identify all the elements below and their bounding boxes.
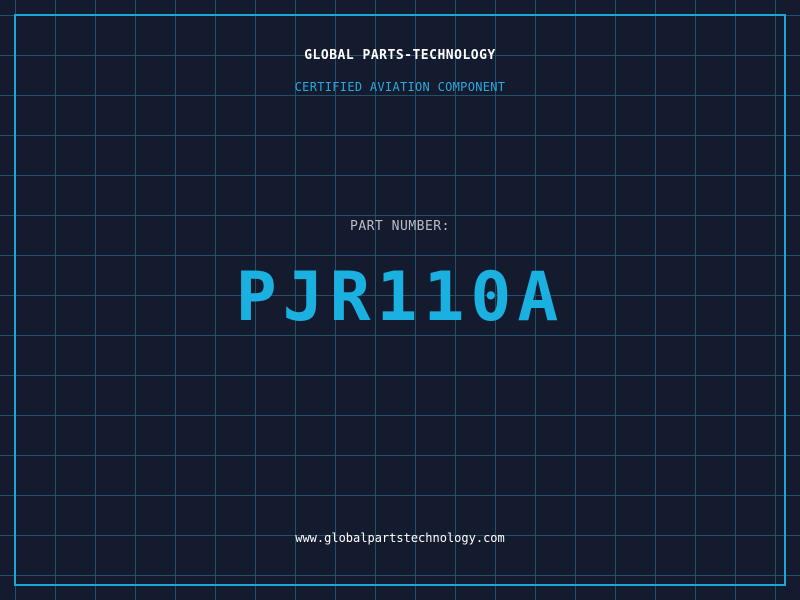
tagline: CERTIFIED AVIATION COMPONENT [294,80,506,94]
part-number-value: PJR110A [235,258,565,337]
part-number-label: PART NUMBER: [350,219,450,234]
company-name: GLOBAL PARTS-TECHNOLOGY [304,48,496,63]
website-url: www.globalpartstechnology.com [295,531,505,545]
